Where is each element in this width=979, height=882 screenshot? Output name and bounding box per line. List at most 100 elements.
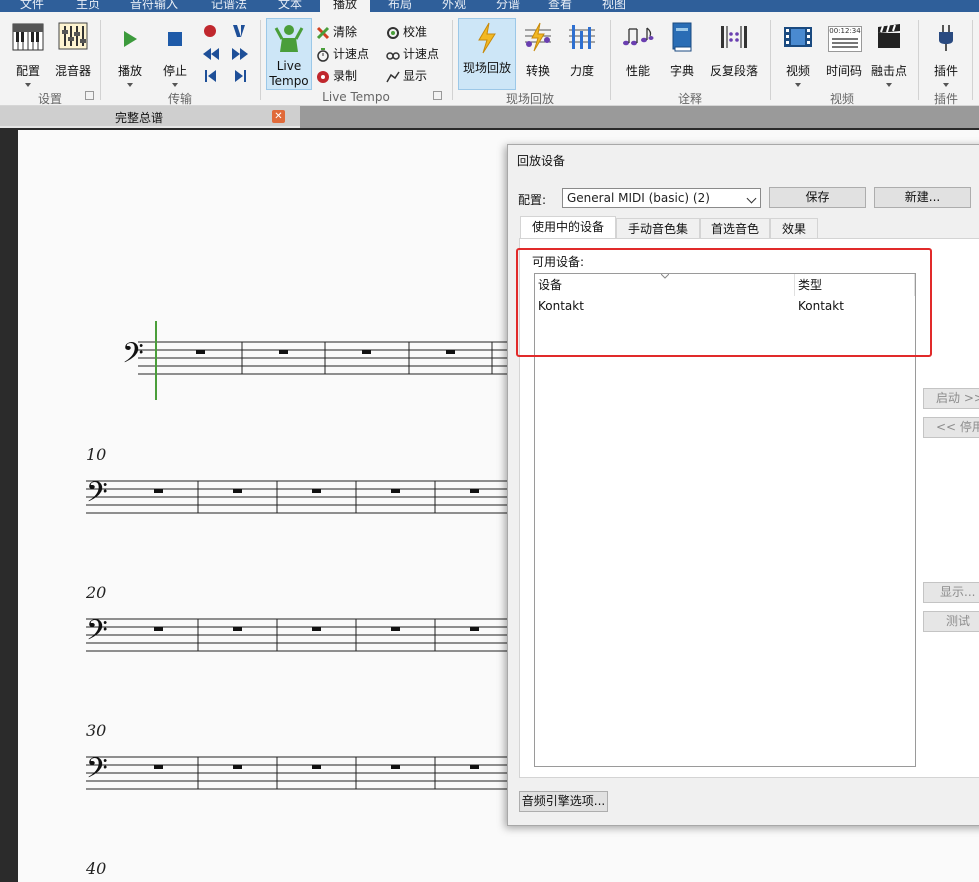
timecode-label: 时间码 (825, 64, 862, 78)
play-button[interactable]: 播放 (110, 16, 150, 88)
menu-tab-text[interactable]: 文本 (268, 0, 312, 12)
menu-tab-notations[interactable]: 记谱法 (200, 0, 258, 12)
notes-icon (623, 27, 654, 46)
timecode-button[interactable]: 00:12:34 时间码 (822, 16, 866, 88)
dropdown-arrow-icon (795, 83, 801, 87)
live-playback-button[interactable]: 现场回放 (458, 18, 516, 90)
audio-engine-options-button[interactable]: 音频引擎选项... (519, 791, 608, 812)
metronome-icon[interactable] (232, 24, 246, 38)
tap-beats-button[interactable]: 计速点 (316, 45, 369, 63)
menu-tab-play[interactable]: 播放 (320, 0, 370, 12)
new-button[interactable]: 新建... (874, 187, 971, 208)
bass-clef-icon: 𝄢 (86, 476, 108, 516)
menu-tab-file[interactable]: 文件 (10, 0, 54, 12)
menu-tab-review[interactable]: 查看 (538, 0, 582, 12)
dropdown-arrow-icon (172, 83, 178, 87)
plugins-button[interactable]: 插件 (926, 16, 966, 88)
group-label-live-tempo: Live Tempo (322, 90, 390, 104)
performance-button[interactable]: 性能 (618, 16, 658, 88)
measure-number: 30 (86, 721, 107, 740)
go-to-end-icon[interactable] (234, 70, 246, 82)
velocity-label: 力度 (569, 64, 594, 78)
go-to-start-icon[interactable] (205, 70, 217, 82)
live-tempo-label: Live Tempo (269, 59, 309, 88)
test-button[interactable]: 测试 (923, 611, 979, 632)
tab-preferred-sounds[interactable]: 首选音色 (700, 218, 770, 239)
dropdown-arrow-icon (943, 83, 949, 87)
film-icon (784, 27, 812, 47)
menu-tab-note-input[interactable]: 音符输入 (122, 0, 186, 12)
transform-icon (525, 22, 551, 52)
config-select[interactable]: General MIDI (basic) (2) (562, 188, 761, 208)
dialog-launcher-icon[interactable] (85, 91, 94, 100)
menu-tab-view[interactable]: 视图 (592, 0, 636, 12)
show-device-button[interactable]: 显示... (923, 582, 979, 603)
measure-number: 20 (86, 583, 107, 602)
tab-effects[interactable]: 效果 (770, 218, 818, 239)
bass-clef-icon: 𝄢 (122, 337, 144, 377)
dialog-launcher-icon[interactable] (433, 91, 442, 100)
config-select-value: General MIDI (basic) (2) (567, 191, 710, 205)
live-playback-label: 现场回放 (462, 61, 511, 75)
menu-tab-appearance[interactable]: 外观 (432, 0, 476, 12)
record-tempo-label: 录制 (333, 69, 358, 83)
menu-tab-home[interactable]: 主页 (66, 0, 110, 12)
record-tempo-button[interactable]: 录制 (316, 67, 357, 85)
bass-clef-icon: 𝄢 (86, 752, 108, 792)
tab-manual-sound-sets[interactable]: 手动音色集 (616, 218, 700, 239)
dropdown-arrow-icon (25, 83, 31, 87)
close-tab-icon[interactable]: ✕ (272, 110, 285, 123)
fast-forward-icon[interactable] (232, 48, 248, 60)
velocity-button[interactable]: 力度 (562, 16, 602, 88)
live-tempo-button[interactable]: Live Tempo (266, 18, 312, 90)
transform-button[interactable]: 转换 (518, 16, 558, 88)
hitpoints-button[interactable]: 融击点 (868, 16, 910, 88)
record-tempo-icon (317, 70, 329, 83)
dropdown-arrow-icon (127, 83, 133, 87)
stop-icon (168, 32, 182, 46)
document-tab[interactable]: 完整总谱 ✕ (0, 106, 300, 128)
record-icon[interactable] (203, 24, 217, 38)
repeats-button[interactable]: 反复段落 (706, 16, 762, 88)
tab-active-devices[interactable]: 使用中的设备 (520, 216, 616, 239)
group-label-plugins: 插件 (933, 92, 958, 106)
highlight-box (516, 248, 932, 357)
document-tab-bar: 完整总谱 ✕ (0, 106, 979, 128)
show-curve-icon (386, 71, 400, 82)
menu-tab-layout[interactable]: 布局 (378, 0, 422, 12)
config-button[interactable]: 配置 (8, 16, 48, 88)
video-button[interactable]: 视频 (778, 16, 818, 88)
menu-tab-parts[interactable]: 分谱 (486, 0, 530, 12)
rewind-icon[interactable] (203, 48, 219, 60)
stop-button[interactable]: 停止 (155, 16, 195, 88)
staff-system-4: 𝄢 (86, 752, 518, 792)
clear-button[interactable]: 清除 (316, 23, 357, 41)
mixer-label: 混音器 (54, 64, 91, 78)
dropdown-arrow-icon (886, 83, 892, 87)
deactivate-button[interactable]: << 停用 (923, 417, 979, 438)
clapperboard-icon (878, 24, 900, 48)
performance-label: 性能 (625, 64, 650, 78)
mixer-button[interactable]: 混音器 (52, 16, 94, 88)
chevron-down-icon (746, 193, 757, 204)
show-beats-button[interactable]: 计速点 (386, 45, 439, 63)
menu-bar: 文件 主页 音符输入 记谱法 文本 播放 布局 外观 分谱 查看 视图 (0, 0, 979, 12)
document-tab-title: 完整总谱 (115, 111, 164, 125)
dictionary-button[interactable]: 字典 (662, 16, 702, 88)
show-label: 显示 (403, 69, 428, 83)
show-button[interactable]: 显示 (386, 67, 427, 85)
ribbon: 配置 混音器 设置 播放 停止 传输 Live Tempo 清除 计速点 录制 … (0, 12, 979, 106)
config-field-label: 配置: (518, 193, 547, 207)
activate-button[interactable]: 启动 >> (923, 388, 979, 409)
staff-system-2: 𝄢 (86, 476, 518, 516)
measure-number: 10 (86, 445, 107, 464)
repeats-label: 反复段落 (709, 64, 758, 78)
calibrate-button[interactable]: 校准 (386, 23, 427, 41)
clear-label: 清除 (333, 25, 358, 39)
play-icon (124, 31, 137, 47)
save-button[interactable]: 保存 (769, 187, 866, 208)
bass-clef-icon: 𝄢 (86, 614, 108, 654)
keyboard-icon (12, 23, 44, 51)
clear-icon (316, 26, 330, 39)
dialog-title: 回放设备 (517, 154, 566, 168)
